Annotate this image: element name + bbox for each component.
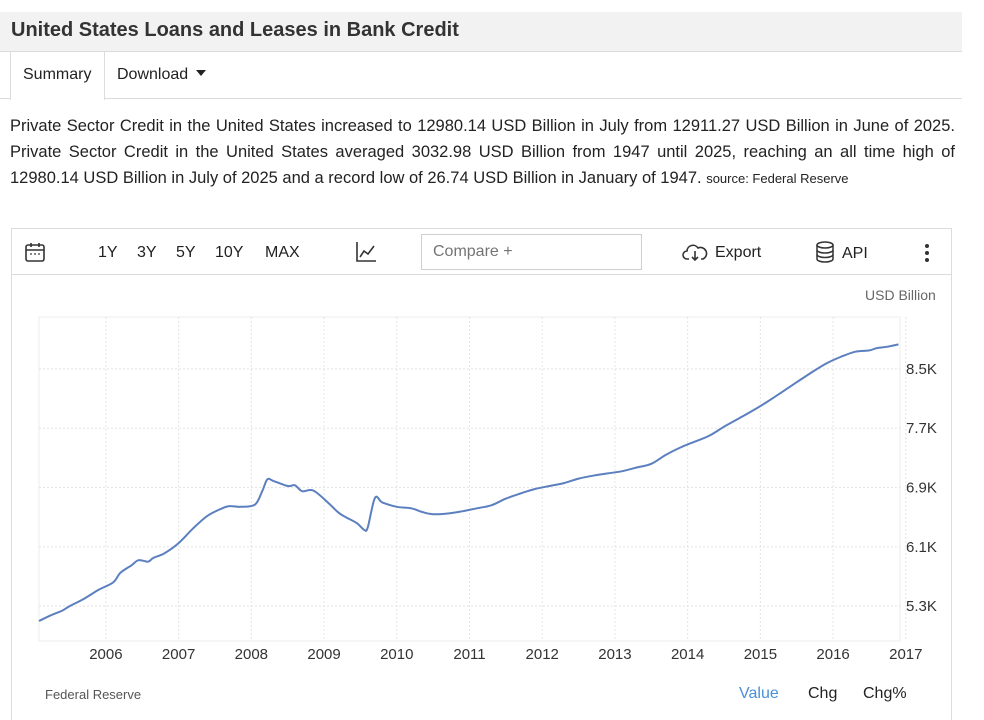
x-tick-label: 2013 [598,646,631,663]
mode-chg-button[interactable]: Chg [808,685,837,703]
mode-value-button[interactable]: Value [739,685,779,703]
page-title: United States Loans and Leases in Bank C… [11,19,459,41]
x-tick-label: 2009 [307,646,340,663]
x-tick-label: 2008 [235,646,268,663]
caret-down-icon [196,70,207,76]
line-chart: 2006 2007 2008 2009 2010 2011 2012 2013 2014 2015… [38,316,937,663]
x-tick-label: 2006 [89,646,122,663]
y-tick-label: 6.9K [906,480,937,497]
x-tick-label: 2010 [380,646,413,663]
chart-source: Federal Reserve [45,687,142,702]
x-tick-label: 2012 [526,646,559,663]
x-tick-label: 2011 [453,646,485,663]
y-tick-label: 5.3K [906,598,937,615]
tab-summary[interactable]: Summary [10,52,105,100]
x-tick-label: 2016 [816,646,849,663]
x-tick-label: 2007 [162,646,195,663]
y-tick-label: 8.5K [906,361,937,378]
tab-bar: Summary Download [0,52,962,100]
download-label: Download [117,66,189,83]
title-bar: United States Loans and Leases in Bank C… [0,12,962,52]
description-source: source: Federal Reserve [706,171,849,186]
chart-panel: 1Y 3Y 5Y 10Y MAX Export API USD Billion … [11,228,952,720]
x-tick-label: 2017 [889,646,922,663]
x-tick-label: 2014 [671,646,704,663]
description: Private Sector Credit in the United Stat… [10,113,955,192]
series-line [38,343,899,622]
y-tick-label: 6.1K [906,539,937,556]
mode-chg-pct-button[interactable]: Chg% [863,685,907,703]
x-tick-label: 2015 [744,646,777,663]
download-dropdown[interactable]: Download [117,66,207,84]
tab-summary-label: Summary [23,66,92,83]
y-tick-label: 7.7K [906,420,937,437]
